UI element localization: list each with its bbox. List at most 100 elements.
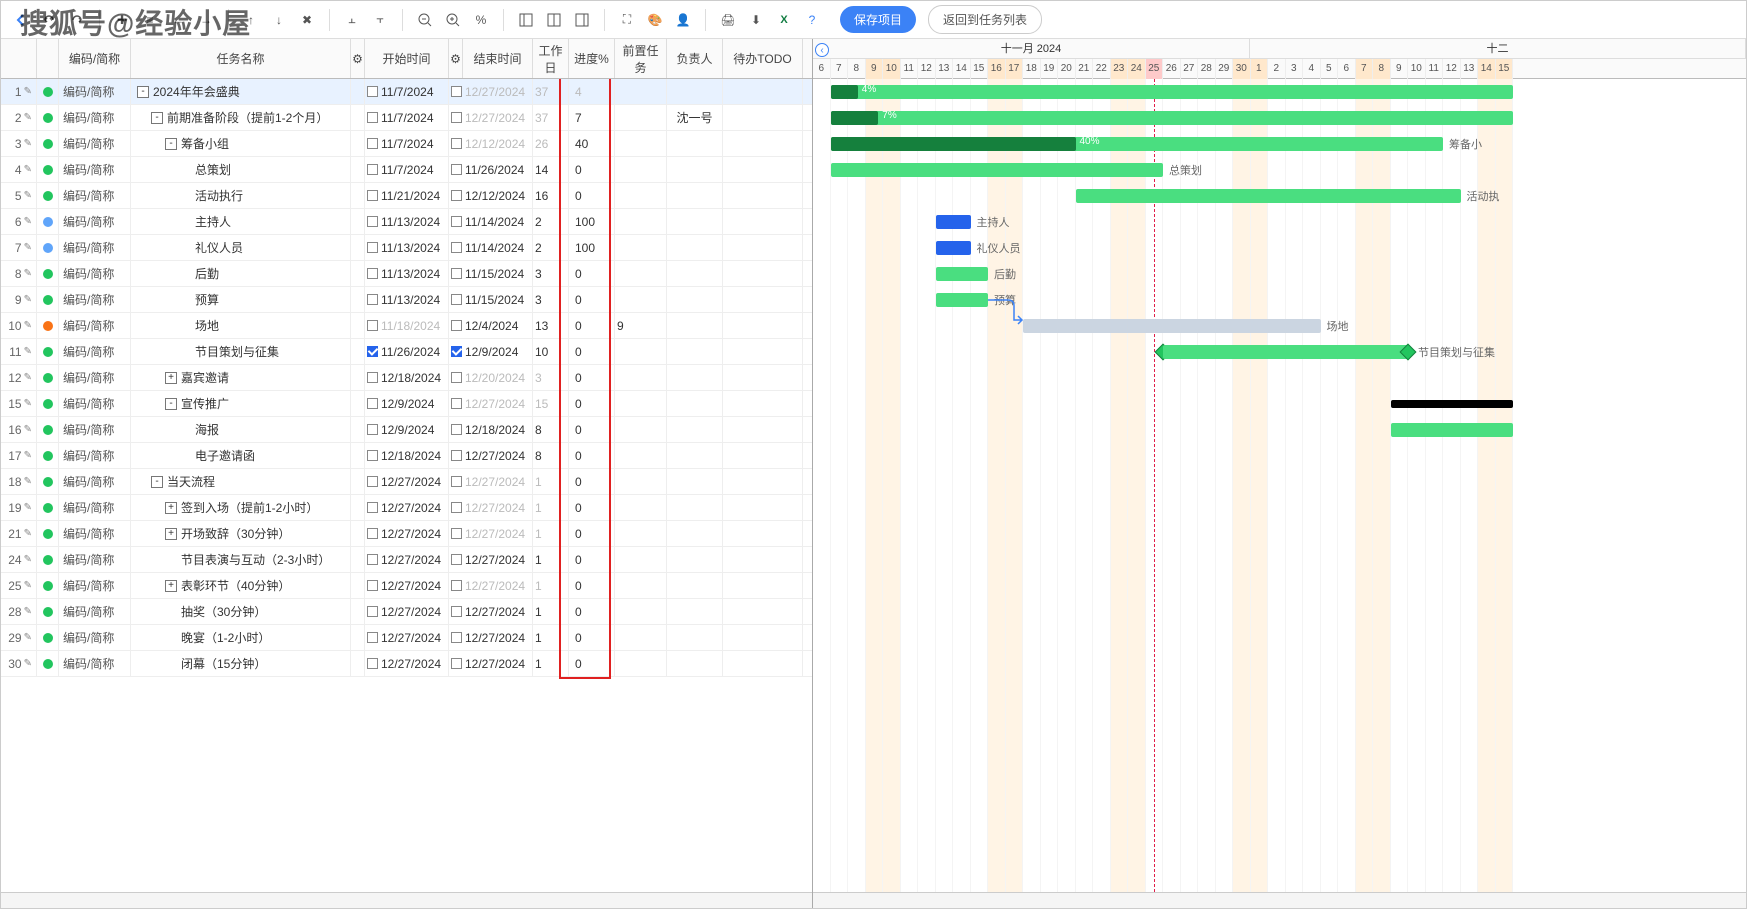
gantt-row[interactable] [813,391,1746,417]
end-checkbox[interactable] [451,112,462,123]
gantt-row[interactable] [813,417,1746,443]
col-progress[interactable]: 进度% [569,39,615,78]
start-checkbox[interactable] [367,502,378,513]
help-icon[interactable]: ? [800,8,824,32]
start-checkbox[interactable] [367,658,378,669]
end-checkbox[interactable] [451,398,462,409]
col-end[interactable]: 结束时间 [463,39,533,78]
table-row[interactable]: 5✎编码/简称活动执行11/21/202412/12/2024160 [1,183,812,209]
table-row[interactable]: 9✎编码/简称预算11/13/202411/15/202430 [1,287,812,313]
col-pre[interactable]: 前置任务 [615,39,667,78]
zoom-out-icon[interactable] [413,8,437,32]
table-row[interactable]: 16✎编码/简称海报12/9/202412/18/202480 [1,417,812,443]
col-code[interactable]: 编码/简称 [59,39,131,78]
table-row[interactable]: 15✎编码/简称-宣传推广12/9/202412/27/2024150 [1,391,812,417]
excel-icon[interactable]: X [772,8,796,32]
end-checkbox[interactable] [451,450,462,461]
start-checkbox[interactable] [367,138,378,149]
table-row[interactable]: 21✎编码/简称+开场致辞（30分钟）12/27/202412/27/20241… [1,521,812,547]
end-checkbox[interactable] [451,476,462,487]
table-row[interactable]: 25✎编码/简称+表彰环节（40分钟）12/27/202412/27/20241… [1,573,812,599]
palette-icon[interactable]: 🎨 [643,8,667,32]
start-checkbox[interactable] [367,164,378,175]
timeline-hscroll[interactable] [813,892,1746,908]
layout-3-icon[interactable] [570,8,594,32]
gantt-row[interactable]: 预算 [813,287,1746,313]
expand-toggle[interactable]: - [151,476,163,488]
end-checkbox[interactable] [451,346,462,357]
start-checkbox[interactable] [367,112,378,123]
table-row[interactable]: 7✎编码/简称礼仪人员11/13/202411/14/20242100 [1,235,812,261]
start-checkbox[interactable] [367,242,378,253]
gantt-row[interactable] [813,547,1746,573]
gantt-row[interactable]: 主持人 [813,209,1746,235]
col-work[interactable]: 工作日 [533,39,569,78]
end-checkbox[interactable] [451,190,462,201]
end-checkbox[interactable] [451,242,462,253]
save-button[interactable]: 保存项目 [840,6,916,33]
download-icon[interactable]: ⬇ [744,8,768,32]
end-checkbox[interactable] [451,658,462,669]
timeline-body[interactable]: 4%7%40%筹备小总策划活动执主持人礼仪人员后勤预算场地节目策划与征集 [813,79,1746,892]
gantt-row[interactable] [813,573,1746,599]
percent-icon[interactable]: % [469,8,493,32]
table-row[interactable]: 11✎编码/简称节目策划与征集11/26/202412/9/2024100 [1,339,812,365]
table-row[interactable]: 8✎编码/简称后勤11/13/202411/15/202430 [1,261,812,287]
grid-body[interactable]: 1✎编码/简称-2024年年会盛典11/7/202412/27/2024374 2… [1,79,812,892]
expand-toggle[interactable]: + [165,528,177,540]
gantt-row[interactable] [813,469,1746,495]
table-row[interactable]: 6✎编码/简称主持人11/13/202411/14/20242100 [1,209,812,235]
end-checkbox[interactable] [451,138,462,149]
start-checkbox[interactable] [367,86,378,97]
return-button[interactable]: 返回到任务列表 [928,5,1042,34]
end-checkbox[interactable] [451,268,462,279]
gantt-row[interactable]: 活动执 [813,183,1746,209]
move-down-icon[interactable]: ↓ [267,8,291,32]
start-checkbox[interactable] [367,294,378,305]
start-checkbox[interactable] [367,190,378,201]
end-checkbox[interactable] [451,606,462,617]
col-name[interactable]: 任务名称 [131,39,351,78]
end-checkbox[interactable] [451,424,462,435]
col-start[interactable]: 开始时间 [365,39,449,78]
start-checkbox[interactable] [367,450,378,461]
expand-toggle[interactable]: + [165,580,177,592]
gantt-row[interactable]: 总策划 [813,157,1746,183]
end-checkbox[interactable] [451,632,462,643]
start-checkbox[interactable] [367,424,378,435]
start-checkbox[interactable] [367,346,378,357]
gantt-row[interactable]: 礼仪人员 [813,235,1746,261]
zoom-in-icon[interactable] [441,8,465,32]
table-row[interactable]: 1✎编码/简称-2024年年会盛典11/7/202412/27/2024374 [1,79,812,105]
gantt-row[interactable] [813,521,1746,547]
end-checkbox[interactable] [451,372,462,383]
gantt-row[interactable]: 4% [813,79,1746,105]
align-bottom-icon[interactable]: ⫟ [368,8,392,32]
table-row[interactable]: 10✎编码/简称场地11/18/202412/4/20241309 [1,313,812,339]
start-checkbox[interactable] [367,528,378,539]
end-checkbox[interactable] [451,528,462,539]
layout-2-icon[interactable] [542,8,566,32]
start-checkbox[interactable] [367,268,378,279]
delete-icon[interactable]: ✖ [295,8,319,32]
end-checkbox[interactable] [451,554,462,565]
grid-hscroll[interactable] [1,892,812,908]
start-checkbox[interactable] [367,580,378,591]
end-checkbox[interactable] [451,216,462,227]
end-checkbox[interactable] [451,320,462,331]
user-icon[interactable]: 👤 [671,8,695,32]
col-owner[interactable]: 负责人 [667,39,723,78]
end-checkbox[interactable] [451,580,462,591]
col-todo[interactable]: 待办TODO [723,39,803,78]
expand-toggle[interactable]: + [165,372,177,384]
fullscreen-icon[interactable]: ⛶ [615,8,639,32]
end-checkbox[interactable] [451,164,462,175]
end-checkbox[interactable] [451,86,462,97]
table-row[interactable]: 30✎编码/简称闭幕（15分钟）12/27/202412/27/202410 [1,651,812,677]
layout-1-icon[interactable] [514,8,538,32]
start-checkbox[interactable] [367,216,378,227]
table-row[interactable]: 19✎编码/简称+签到入场（提前1-2小时）12/27/202412/27/20… [1,495,812,521]
expand-toggle[interactable]: - [165,398,177,410]
start-checkbox[interactable] [367,398,378,409]
table-row[interactable]: 4✎编码/简称总策划11/7/202411/26/2024140 [1,157,812,183]
